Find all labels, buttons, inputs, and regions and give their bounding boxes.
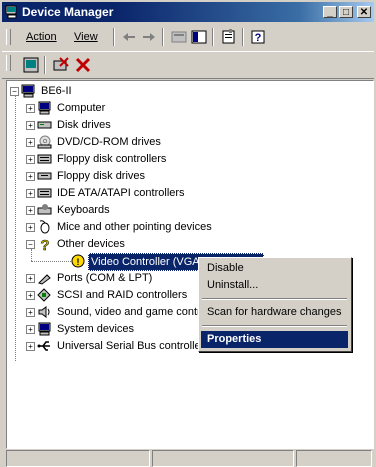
expand-toggle[interactable]: + — [26, 325, 35, 334]
tree-item-label: Keyboards — [57, 204, 110, 216]
expand-toggle[interactable]: + — [26, 274, 35, 283]
status-pane — [152, 450, 294, 467]
port-icon — [38, 274, 51, 285]
toolbar-grip[interactable] — [6, 55, 11, 71]
toolbar-separator — [113, 28, 115, 46]
status-pane — [6, 450, 150, 467]
svg-text:?: ? — [40, 237, 49, 251]
disk-drive-icon — [37, 121, 52, 129]
expand-toggle[interactable]: + — [26, 138, 35, 147]
menu-item-uninstall[interactable]: Uninstall... — [201, 277, 348, 294]
tree-item-label: Ports (COM & LPT) — [57, 272, 153, 284]
status-pane — [296, 450, 372, 467]
expand-toggle[interactable]: + — [26, 189, 35, 198]
tree-line — [15, 96, 16, 361]
tree-item-label: Mice and other pointing devices — [57, 221, 212, 233]
menu-item-disable[interactable]: Disable — [201, 260, 348, 277]
up-one-level-icon[interactable] — [170, 28, 188, 46]
tree-item-label: Other devices — [57, 238, 125, 250]
expand-toggle[interactable]: + — [26, 206, 35, 215]
expand-toggle[interactable]: + — [26, 291, 35, 300]
minimize-button[interactable]: _ — [323, 6, 337, 18]
toolbar-separator — [44, 56, 46, 74]
expand-toggle[interactable]: + — [26, 104, 35, 113]
title-bar[interactable]: Device Manager _ □ ✕ — [2, 2, 374, 22]
collapse-root-toggle[interactable]: − — [10, 87, 19, 96]
close-button[interactable]: ✕ — [357, 6, 371, 18]
cdrom-icon — [37, 135, 52, 149]
usb-icon — [37, 341, 50, 351]
toolbar-grip[interactable] — [6, 29, 11, 45]
help-icon[interactable]: ? — [250, 28, 268, 46]
show-hide-tree-icon[interactable] — [190, 28, 208, 46]
uninstall-icon[interactable] — [52, 56, 70, 74]
device-manager-window: Device Manager _ □ ✕ Action View ? − BE6… — [0, 0, 376, 467]
tree-item-label: DVD/CD-ROM drives — [57, 136, 161, 148]
menu-item-properties[interactable]: Properties — [201, 331, 348, 348]
disable-icon[interactable] — [74, 56, 92, 74]
system-icon — [38, 322, 51, 336]
svg-text:?: ? — [255, 32, 262, 44]
menu-bar: Action View ? — [2, 26, 374, 48]
forward-arrow-icon[interactable] — [140, 28, 158, 46]
update-driver-icon[interactable] — [22, 56, 40, 74]
menu-item-scan-hardware[interactable]: Scan for hardware changes — [201, 304, 348, 321]
scsi-icon — [37, 288, 51, 302]
tree-item-label: Computer — [57, 102, 106, 114]
expand-toggle[interactable]: + — [26, 155, 35, 164]
expand-toggle[interactable]: + — [26, 172, 35, 181]
window-title: Device Manager — [22, 5, 114, 19]
expand-toggle[interactable]: + — [26, 121, 35, 130]
menu-action[interactable]: Action — [26, 31, 57, 43]
tree-item-label: Floppy disk drives — [57, 170, 146, 182]
device-manager-icon — [5, 5, 17, 19]
status-bar — [2, 449, 374, 467]
tree-item-label: System devices — [57, 323, 135, 335]
tree-line — [31, 261, 71, 262]
controller-icon — [37, 154, 52, 164]
expand-toggle[interactable]: + — [26, 223, 35, 232]
expand-toggle[interactable]: + — [26, 342, 35, 351]
toolbar — [2, 51, 374, 79]
maximize-button[interactable]: □ — [339, 6, 353, 18]
sound-icon — [38, 306, 50, 318]
expand-toggle[interactable]: + — [26, 308, 35, 317]
computer-icon — [38, 101, 51, 115]
tree-item-label: SCSI and RAID controllers — [57, 289, 188, 301]
toolbar-separator — [242, 28, 244, 46]
collapse-toggle[interactable]: − — [26, 240, 35, 249]
tree-item-label: Universal Serial Bus controllers — [57, 340, 210, 352]
tree-item-label: Floppy disk controllers — [57, 153, 167, 165]
menu-separator — [202, 325, 347, 327]
tree-item-label: Disk drives — [57, 119, 111, 131]
toolbar-separator — [162, 28, 164, 46]
mouse-icon — [39, 220, 50, 234]
menu-separator — [202, 298, 347, 300]
floppy-icon — [37, 172, 52, 180]
tree-root-label: BE6-II — [41, 85, 72, 97]
properties-icon[interactable] — [220, 28, 238, 46]
warning-device-icon: ! — [71, 254, 85, 268]
context-menu: Disable Uninstall... Scan for hardware c… — [198, 257, 352, 352]
question-icon: ? — [40, 237, 50, 251]
tree-item-label: IDE ATA/ATAPI controllers — [57, 187, 185, 199]
keyboard-icon — [37, 204, 52, 215]
menu-view[interactable]: View — [74, 31, 98, 43]
svg-text:!: ! — [77, 257, 80, 267]
controller-icon — [37, 188, 52, 198]
tree-line — [31, 249, 32, 261]
computer-icon — [21, 84, 35, 98]
back-arrow-icon[interactable] — [120, 28, 138, 46]
toolbar-separator — [212, 28, 214, 46]
